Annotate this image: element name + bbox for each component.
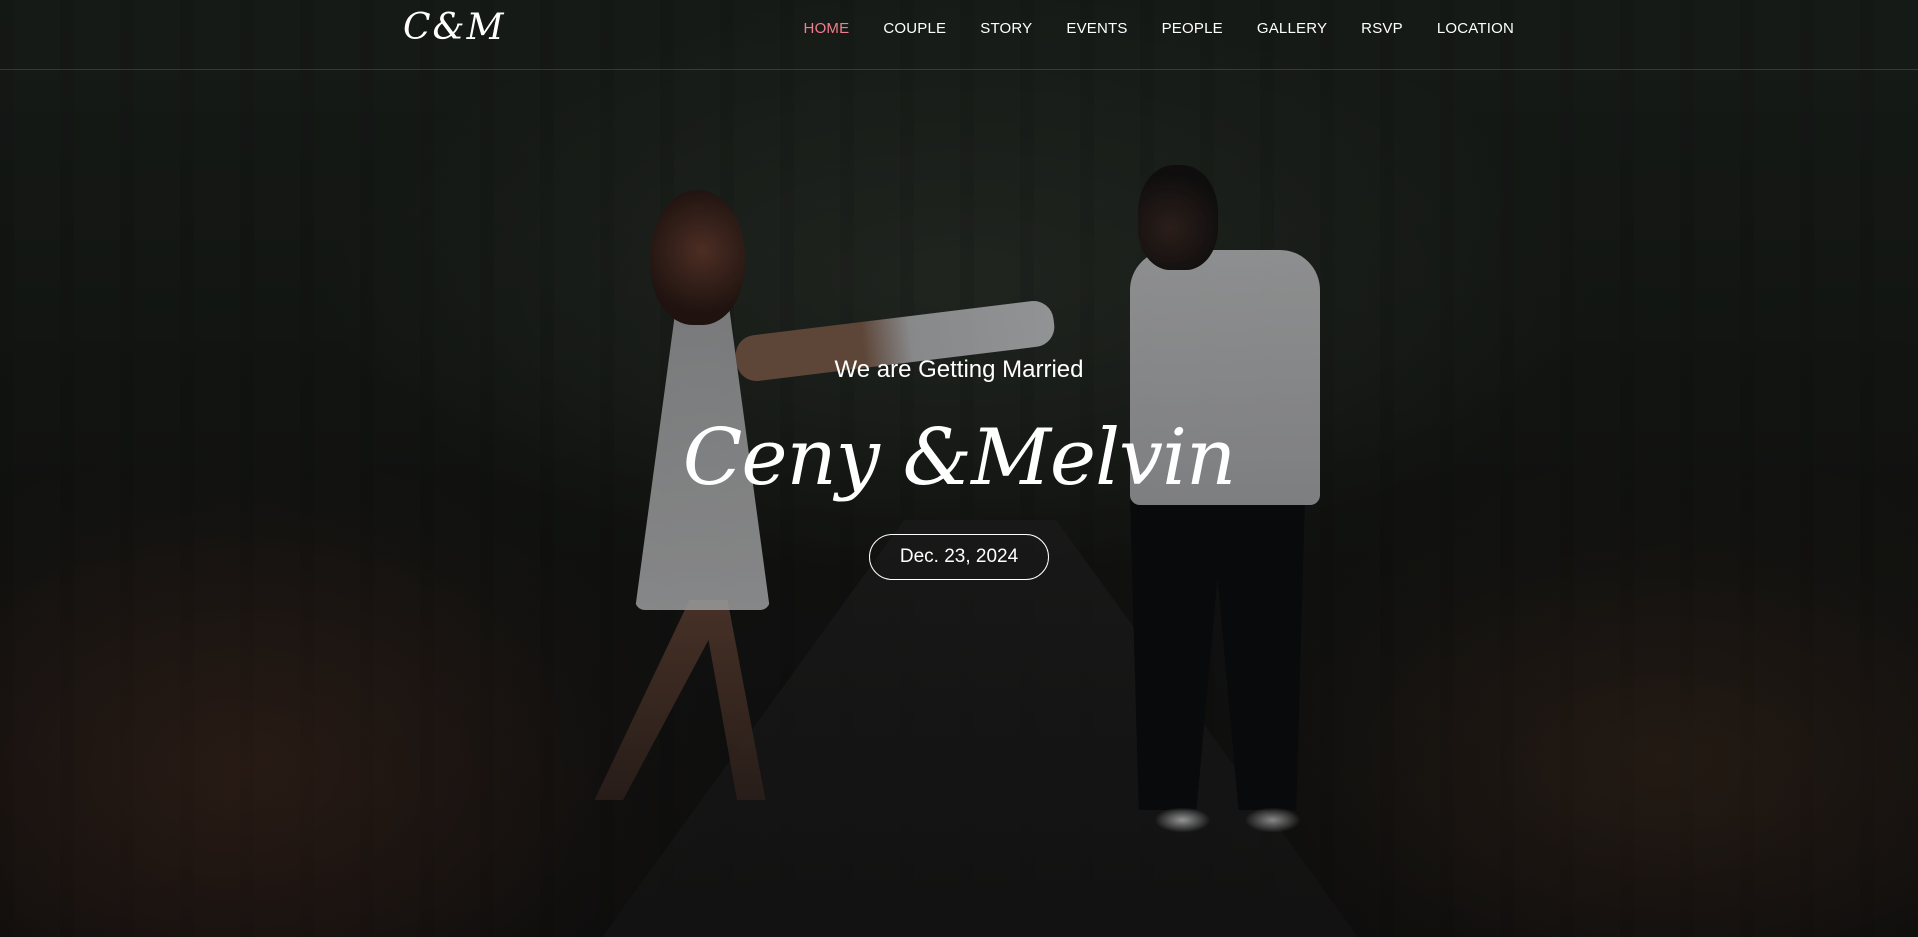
hero-subtitle: We are Getting Married [834, 356, 1084, 383]
main-nav: HOME COUPLE STORY EVENTS PEOPLE GALLERY … [804, 20, 1514, 38]
nav-link-gallery[interactable]: GALLERY [1257, 20, 1327, 37]
nav-item-events: EVENTS [1066, 20, 1127, 38]
hero-content: We are Getting Married Ceny &Melvin Dec.… [0, 352, 1918, 580]
nav-item-location: LOCATION [1437, 20, 1514, 38]
wedding-date-badge: Dec. 23, 2024 [868, 534, 1050, 580]
nav-item-home: HOME [804, 20, 850, 38]
nav-link-rsvp[interactable]: RSVP [1361, 20, 1403, 37]
nav-link-story[interactable]: STORY [980, 20, 1032, 37]
nav-item-couple: COUPLE [883, 20, 946, 38]
nav-item-rsvp: RSVP [1361, 20, 1403, 38]
site-logo[interactable]: C&M [403, 4, 505, 52]
nav-link-location[interactable]: LOCATION [1437, 20, 1514, 37]
nav-link-events[interactable]: EVENTS [1066, 20, 1127, 37]
couple-names: Ceny &Melvin [682, 413, 1237, 503]
hero-section: C&M HOME COUPLE STORY EVENTS PEOPLE GALL… [0, 0, 1918, 937]
nav-item-people: PEOPLE [1162, 20, 1223, 38]
nav-link-people[interactable]: PEOPLE [1162, 20, 1223, 37]
nav-link-home[interactable]: HOME [804, 20, 850, 37]
nav-item-story: STORY [980, 20, 1032, 38]
site-header: C&M HOME COUPLE STORY EVENTS PEOPLE GALL… [0, 0, 1918, 70]
nav-item-gallery: GALLERY [1257, 20, 1327, 38]
nav-link-couple[interactable]: COUPLE [883, 20, 946, 37]
